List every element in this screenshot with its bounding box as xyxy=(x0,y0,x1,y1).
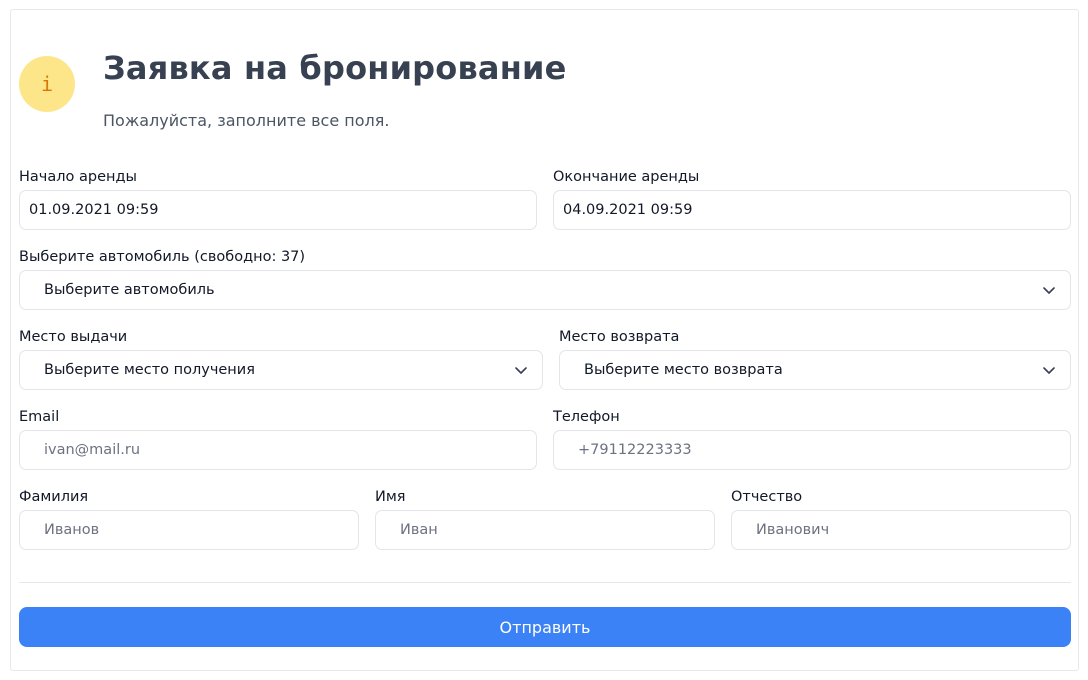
pickup-select-label: Место выдачи xyxy=(19,329,128,345)
car-select-label: Выберите автомобиль (свободно: 37) xyxy=(19,249,306,265)
first-name-placeholder: Иван xyxy=(400,522,438,538)
phone-field[interactable]: +79112223333 xyxy=(553,430,1071,470)
rental-start-value: 01.09.2021 09:59 xyxy=(29,202,159,218)
form-divider xyxy=(19,582,1071,583)
last-name-label: Фамилия xyxy=(19,489,89,505)
return-select[interactable]: Выберите место возврата xyxy=(559,350,1071,390)
pickup-select[interactable]: Выберите место получения xyxy=(19,350,543,390)
middle-name-field[interactable]: Иванович xyxy=(731,510,1071,550)
submit-button[interactable]: Отправить xyxy=(19,607,1071,647)
rental-start-input[interactable]: 01.09.2021 09:59 xyxy=(19,190,537,230)
rental-end-value: 04.09.2021 09:59 xyxy=(563,202,693,218)
pickup-select-value: Выберите место получения xyxy=(44,362,255,378)
car-select[interactable]: Выберите автомобиль xyxy=(19,270,1071,310)
info-icon: i xyxy=(19,56,75,112)
chevron-down-icon xyxy=(1043,367,1055,374)
page-title: Заявка на бронирование xyxy=(103,49,567,87)
last-name-placeholder: Иванов xyxy=(44,522,100,538)
chevron-down-icon xyxy=(515,367,527,374)
return-select-label: Место возврата xyxy=(559,329,680,345)
first-name-label: Имя xyxy=(375,489,406,505)
return-select-value: Выберите место возврата xyxy=(584,362,783,378)
middle-name-label: Отчество xyxy=(731,489,803,505)
middle-name-placeholder: Иванович xyxy=(756,522,830,538)
email-label: Email xyxy=(19,409,60,425)
rental-start-label: Начало аренды xyxy=(19,169,137,185)
email-placeholder: ivan@mail.ru xyxy=(44,442,141,458)
first-name-field[interactable]: Иван xyxy=(375,510,715,550)
phone-label: Телефон xyxy=(553,409,620,425)
rental-end-label: Окончание аренды xyxy=(553,169,700,185)
email-field[interactable]: ivan@mail.ru xyxy=(19,430,537,470)
rental-end-input[interactable]: 04.09.2021 09:59 xyxy=(553,190,1071,230)
phone-placeholder: +79112223333 xyxy=(578,442,692,458)
last-name-field[interactable]: Иванов xyxy=(19,510,359,550)
chevron-down-icon xyxy=(1043,287,1055,294)
page-subtitle: Пожалуйста, заполните все поля. xyxy=(103,111,390,130)
info-icon-glyph: i xyxy=(40,72,54,96)
booking-form-card xyxy=(10,9,1079,671)
car-select-value: Выберите автомобиль xyxy=(44,282,215,298)
